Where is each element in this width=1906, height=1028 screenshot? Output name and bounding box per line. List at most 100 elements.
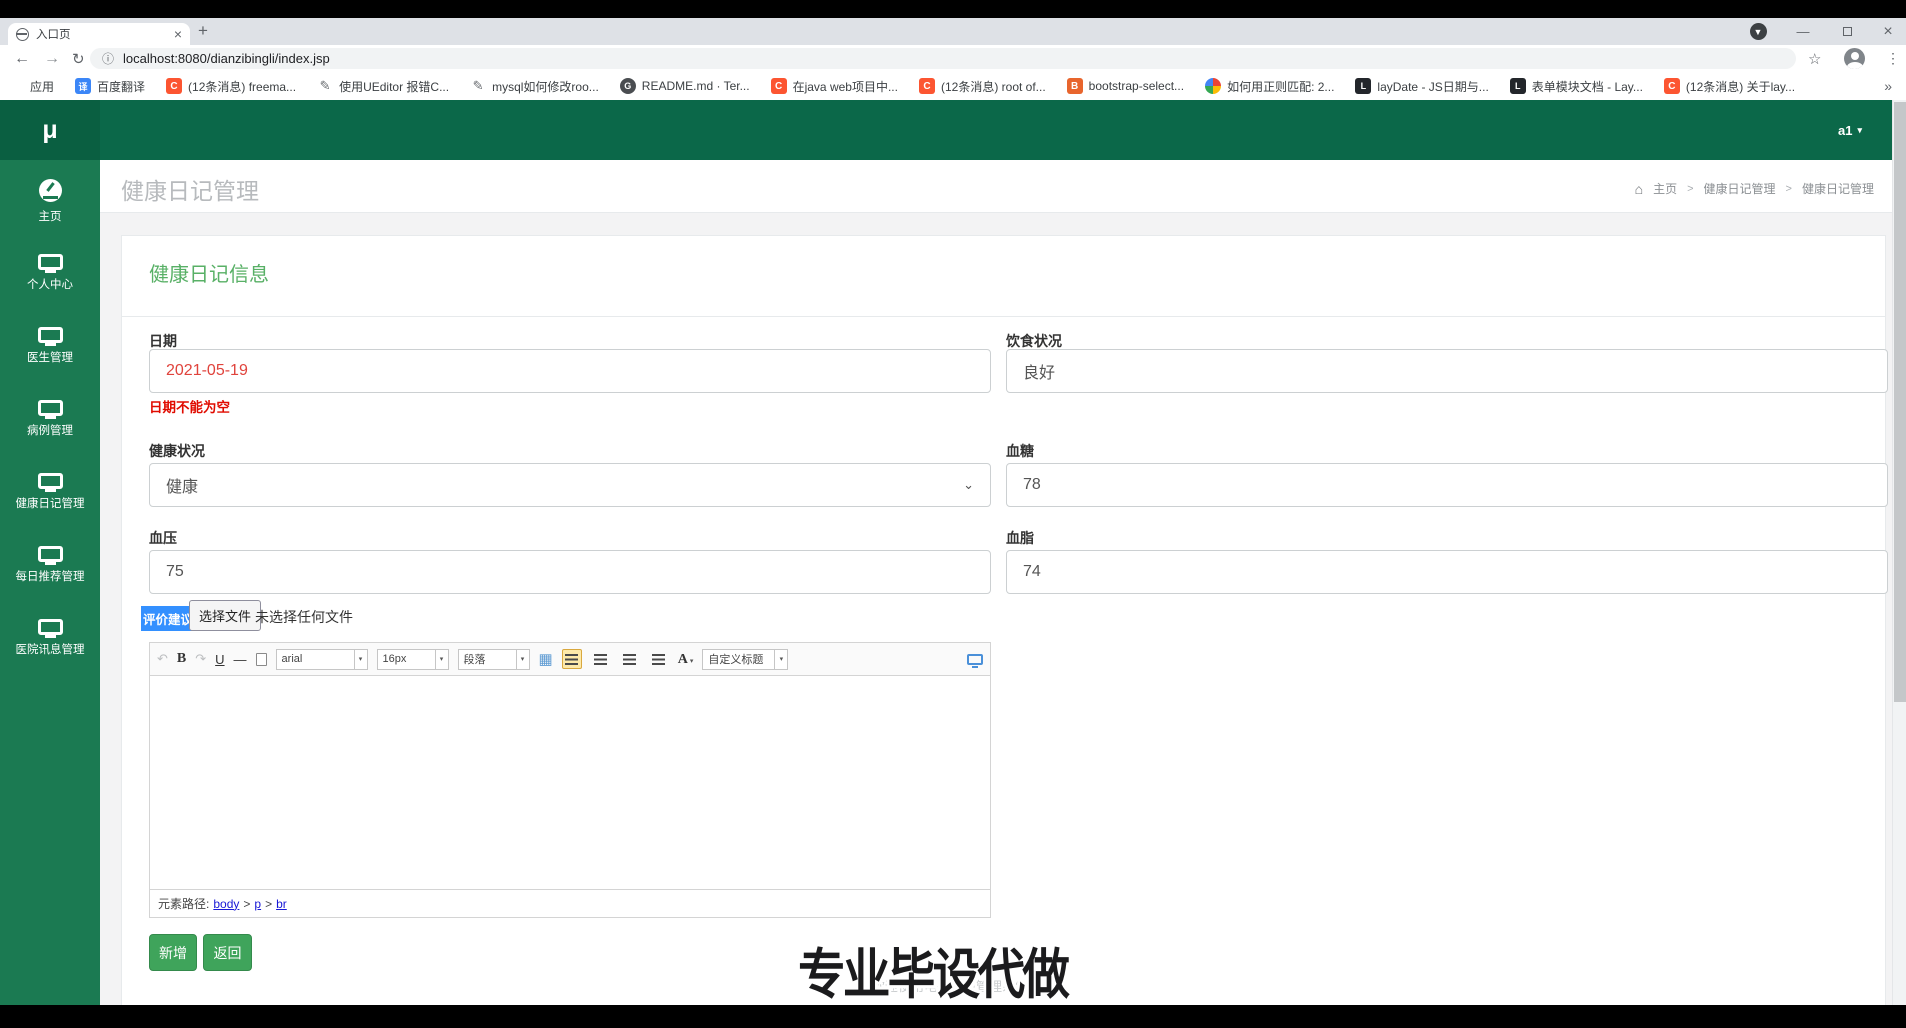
csdn-icon: C [1663,78,1680,94]
app-logo[interactable]: μ [0,100,100,160]
site-info-icon[interactable]: ⓘ [102,50,114,67]
browser-tab[interactable]: 入口页 × [8,23,190,45]
blood-pressure-input[interactable]: 75 [149,550,991,594]
bookmark-star-icon[interactable]: ☆ [1808,45,1821,72]
path-label: 元素路径: [158,897,210,911]
bookmark-item[interactable]: ✎ mysql如何修改roo... [470,78,599,95]
restore-button[interactable] [1836,18,1858,45]
back-button[interactable]: ← [14,45,30,72]
select-chevron-icon: ⌄ [963,477,974,492]
sidebar-item-daily-recommend[interactable]: 每日推荐管理 [0,533,100,606]
profile-avatar[interactable] [1844,48,1865,69]
path-link-p[interactable]: p [254,897,261,911]
monitor-icon [37,546,63,565]
bookmark-item[interactable]: ✎ 使用UEditor 报错C... [317,78,449,95]
user-dropdown[interactable]: a1 ▾ [1838,100,1862,160]
paragraph-select[interactable]: 段落 ▾ [457,648,530,670]
breadcrumb-home[interactable]: 主页 [1653,180,1677,197]
insert-table-icon[interactable]: ▦ [539,650,553,668]
address-bar[interactable]: ⓘ localhost:8080/dianzibingli/index.jsp [90,48,1796,69]
health-select[interactable]: 健康 ⌄ [149,463,991,507]
monitor-icon [37,473,63,492]
bookmark-item[interactable]: G README.md · Ter... [619,78,750,94]
bookmark-apps[interactable]: 应用 [10,78,54,95]
custom-title-select[interactable]: 自定义标题 ▾ [702,648,789,670]
blood-lipid-label: 血脂 [1006,530,1034,546]
path-link-body[interactable]: body [213,897,239,911]
caret-down-icon: ▾ [1857,124,1862,135]
font-color-button[interactable]: A ▾ [678,650,694,668]
sidebar-item-home[interactable]: 主页 [0,168,100,241]
new-tab-button[interactable]: + [198,21,208,41]
sidebar-item-health-diary[interactable]: 健康日记管理 [0,460,100,533]
bookmarks-overflow-icon[interactable]: » [1884,78,1892,94]
bookmark-item[interactable]: C (12条消息) root of... [918,78,1046,95]
underline-icon[interactable]: U [215,652,224,667]
pen-icon: ✎ [472,78,484,93]
new-document-icon[interactable] [255,652,267,666]
top-navbar: a1 ▾ [100,100,1892,160]
bookmark-item[interactable]: 如何用正则匹配: 2... [1205,78,1334,95]
date-input[interactable]: 2021-05-19 [149,349,991,393]
bookmark-item[interactable]: L 表单模块文档 - Lay... [1509,78,1643,95]
align-right-icon[interactable] [620,649,640,669]
back-button-form[interactable]: 返回 [203,934,252,971]
browser-toolbar: ← → ↻ ⓘ localhost:8080/dianzibingli/inde… [0,45,1906,72]
bookmark-item[interactable]: C 在java web项目中... [770,78,898,95]
tab-close-icon[interactable]: × [174,26,182,42]
bookmark-item[interactable]: B bootstrap-select... [1066,78,1184,94]
editor-content-area[interactable] [150,676,990,889]
add-button[interactable]: 新增 [149,934,197,971]
align-left-icon[interactable] [561,649,582,669]
align-center-icon[interactable] [591,649,611,669]
choose-file-button[interactable]: 选择文件 [189,600,262,631]
page-scrollbar[interactable] [1892,100,1906,1005]
blood-sugar-input[interactable]: 78 [1006,463,1888,507]
section-title: 健康日记信息 [149,264,269,286]
close-window-button[interactable]: × [1876,18,1900,45]
dashboard-icon [38,179,62,202]
sidebar-item-case[interactable]: 病例管理 [0,387,100,460]
horizontal-rule-icon[interactable]: — [234,652,247,667]
tab-title: 入口页 [36,29,71,41]
bookmark-item[interactable]: 译 百度翻译 [75,78,145,95]
watermark-text: 专业毕设代做 [798,945,1070,1005]
advice-label-highlighted: 评价建议 [141,606,196,631]
csdn-icon: C [918,78,935,94]
monitor-icon [37,619,63,638]
diet-label: 饮食状况 [1006,333,1062,349]
diet-input[interactable]: 良好 [1006,349,1888,393]
sidebar-item-profile[interactable]: 个人中心 [0,241,100,314]
redo-icon[interactable]: ↷ [195,651,206,667]
browser-menu-icon[interactable]: ⋮ [1886,45,1900,72]
page-viewport: μ 主页 个人中心 医生管理 病例管理 健康日记管理 每日推荐管理 医院讯息管理… [0,100,1906,1005]
path-link-br[interactable]: br [276,897,287,911]
font-size-select[interactable]: 16px ▾ [376,648,449,670]
bookmark-item[interactable]: L layDate - JS日期与... [1355,78,1489,95]
bootstrap-icon: B [1066,78,1083,94]
url-text: localhost:8080/dianzibingli/index.jsp [123,51,330,66]
fullscreen-icon[interactable] [967,653,983,668]
align-justify-icon[interactable] [649,649,669,669]
editor-element-path: 元素路径: body > p > br [150,889,990,917]
blood-lipid-input[interactable]: 74 [1006,550,1888,594]
breadcrumb-item[interactable]: 健康日记管理 [1704,180,1776,197]
editor-toolbar: ↶ B ↷ U — arial ▾ 16px ▾ 段落 ▾ ▦ A ▾ 自定义标题 ▾ [150,643,990,676]
pen-icon: ✎ [319,78,331,93]
bookmark-item[interactable]: C (12条消息) 关于lay... [1663,78,1795,95]
bookmark-item[interactable]: C (12条消息) freema... [166,78,296,95]
undo-icon[interactable]: ↶ [157,651,168,667]
bold-icon[interactable]: B [177,651,186,667]
sidebar-item-doctor[interactable]: 医生管理 [0,314,100,387]
minimize-button[interactable]: — [1792,18,1814,45]
forward-button[interactable]: → [44,45,60,72]
font-family-select[interactable]: arial ▾ [275,648,368,670]
colorful-site-icon [1205,78,1222,94]
media-controls-button[interactable]: ▼ [1748,18,1768,45]
restore-icon [1842,24,1858,36]
reload-button[interactable]: ↻ [72,45,85,72]
sidebar-item-hospital-news[interactable]: 医院讯息管理 [0,606,100,679]
home-icon: ⌂ [1634,180,1644,197]
scrollbar-thumb[interactable] [1894,102,1906,702]
layui-icon: L [1509,78,1526,94]
